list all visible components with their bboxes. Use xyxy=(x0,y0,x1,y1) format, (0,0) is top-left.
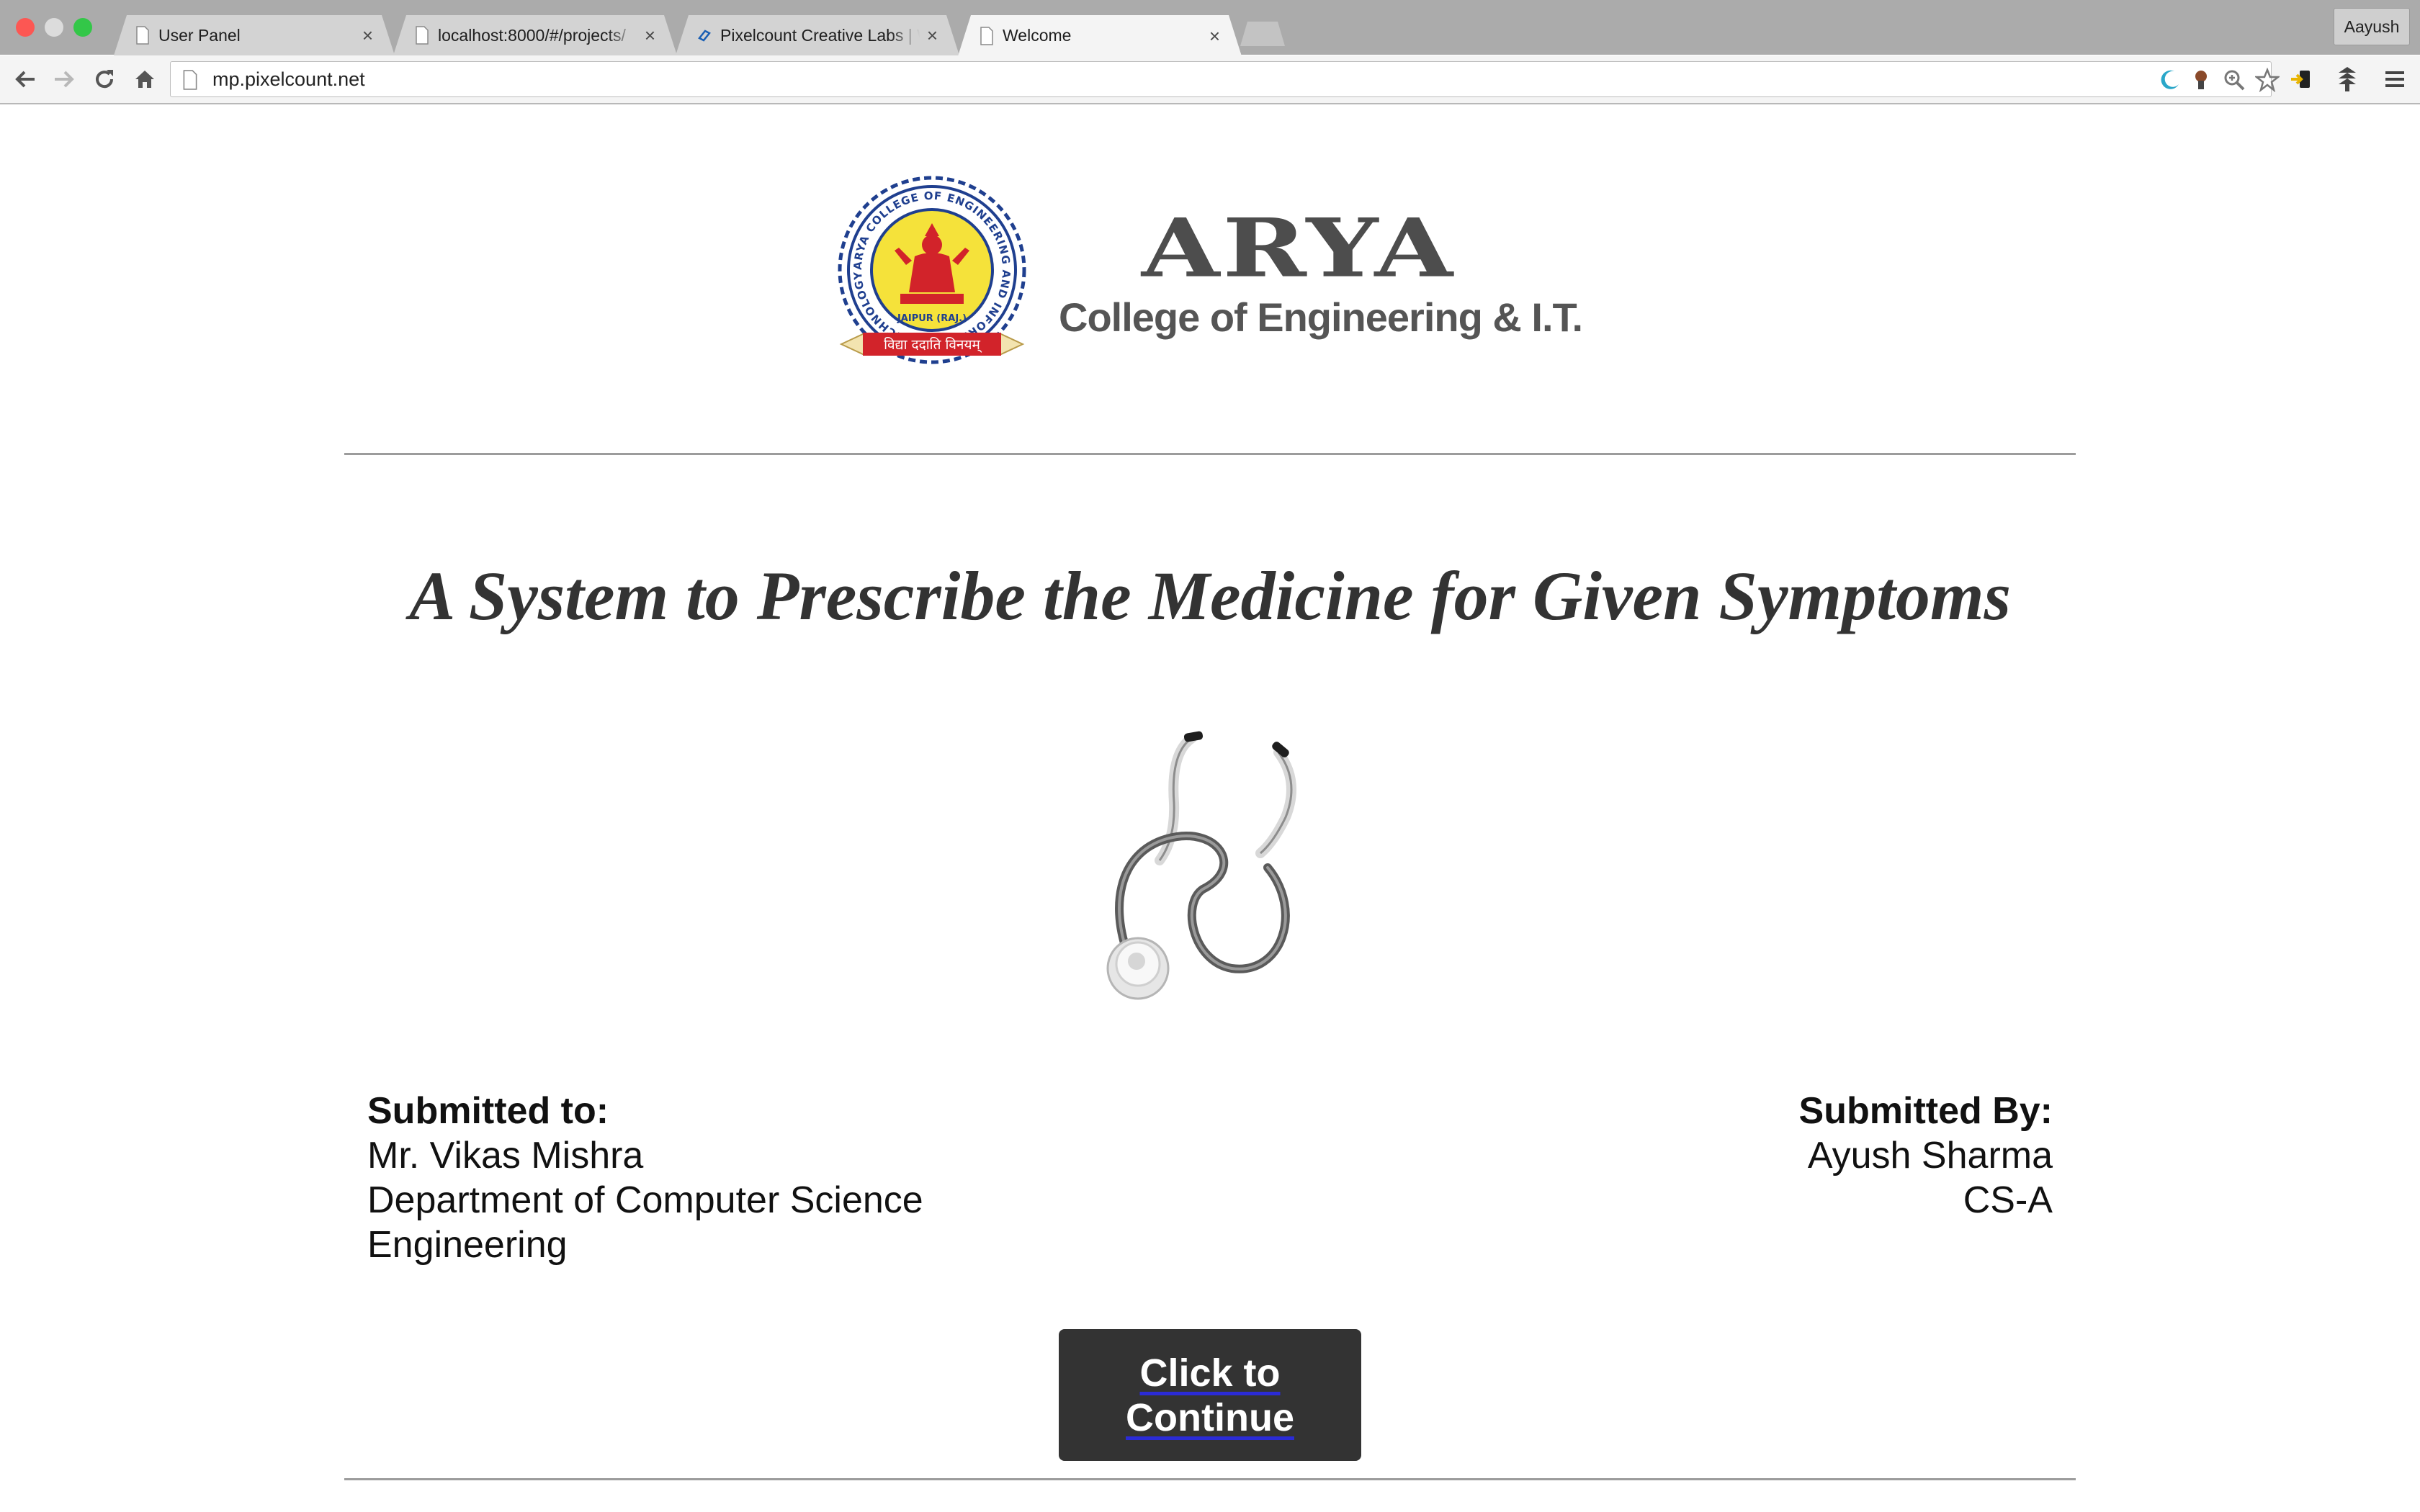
bottom-divider xyxy=(344,1478,2076,1480)
tab-title: Welcome xyxy=(1003,26,1072,45)
profile-button[interactable]: Aayush xyxy=(2334,8,2410,45)
submitted-to-department: Department of Computer Science xyxy=(367,1179,923,1221)
url-text[interactable]: mp.pixelcount.net xyxy=(212,62,365,96)
menu-icon[interactable] xyxy=(2378,55,2411,103)
submitted-by-class: CS-A xyxy=(1963,1179,2053,1221)
tab-localhost-projects[interactable]: localhost:8000/#/projects/ × xyxy=(393,15,677,55)
seal-motto-text: विद्या ददाति विनयम् xyxy=(884,336,982,353)
page-icon xyxy=(183,70,197,90)
logo-arya-text: ARYA xyxy=(1141,201,1456,296)
tab-title: Pixelcount Creative Labs | W xyxy=(720,25,920,45)
window-zoom-light[interactable] xyxy=(73,18,92,37)
browser-tab-strip: User Panel × localhost:8000/#/projects/ … xyxy=(0,0,2420,55)
tab-title: User Panel xyxy=(158,25,241,45)
address-bar[interactable]: mp.pixelcount.net xyxy=(170,61,2280,97)
seal-city-text: JAIPUR (RAJ.) xyxy=(897,313,967,324)
submitted-to-section: Submitted to: Mr. Vikas Mishra Departmen… xyxy=(367,1089,1016,1267)
new-tab-button[interactable] xyxy=(1240,22,1285,46)
tab-close-icon[interactable]: × xyxy=(645,26,655,45)
reload-icon[interactable] xyxy=(88,55,121,103)
pixelcount-favicon-icon xyxy=(697,26,712,45)
continue-button[interactable]: Click to Continue xyxy=(1059,1329,1361,1461)
college-name-logo: ARYA xyxy=(1059,200,1538,301)
moon-extension-icon[interactable] xyxy=(2153,56,2186,104)
logo-subtitle-text: College of Engineering & I.T. xyxy=(1059,294,1583,340)
submitted-to-heading: Submitted to: xyxy=(367,1090,609,1132)
tab-close-icon[interactable]: × xyxy=(1209,27,1220,45)
top-divider xyxy=(344,453,2076,455)
submitted-to-department-cont: Engineering xyxy=(367,1224,568,1266)
forward-arrow-icon[interactable] xyxy=(48,55,81,103)
back-arrow-icon[interactable] xyxy=(9,55,42,103)
extension-badge-icon[interactable] xyxy=(2184,56,2218,104)
submitted-by-name: Ayush Sharma xyxy=(1807,1135,2053,1176)
extension-tree-icon[interactable] xyxy=(2331,55,2364,103)
submitted-to-name: Mr. Vikas Mishra xyxy=(367,1135,644,1176)
tab-close-icon[interactable]: × xyxy=(362,26,373,45)
window-minimize-light[interactable] xyxy=(45,18,63,37)
extension-signin-icon[interactable] xyxy=(2285,55,2318,103)
tab-title: localhost:8000/#/projects/ xyxy=(438,25,626,45)
page-icon xyxy=(135,26,150,45)
submitted-by-section: Submitted By: Ayush Sharma CS-A xyxy=(1404,1089,2053,1223)
page-icon xyxy=(980,27,994,45)
college-seal-logo: ARYA COLLEGE OF ENGINEERING AND INFORMAT… xyxy=(838,176,1026,364)
submitted-by-heading: Submitted By: xyxy=(1798,1090,2053,1132)
home-icon[interactable] xyxy=(128,55,161,103)
tab-user-panel[interactable]: User Panel × xyxy=(114,15,395,55)
window-close-light[interactable] xyxy=(16,18,35,37)
browser-toolbar: mp.pixelcount.net xyxy=(0,55,2420,104)
project-title: A System to Prescribe the Medicine for G… xyxy=(409,557,2011,634)
stethoscope-image xyxy=(1106,731,1296,1000)
tab-pixelcount-creative-labs[interactable]: Pixelcount Creative Labs | W × xyxy=(676,15,959,55)
tab-close-icon[interactable]: × xyxy=(927,26,938,45)
bookmark-star-icon[interactable] xyxy=(2251,56,2284,104)
zoom-icon[interactable] xyxy=(2218,56,2251,104)
tab-welcome[interactable]: Welcome × xyxy=(958,15,1242,56)
page-icon xyxy=(415,26,429,45)
